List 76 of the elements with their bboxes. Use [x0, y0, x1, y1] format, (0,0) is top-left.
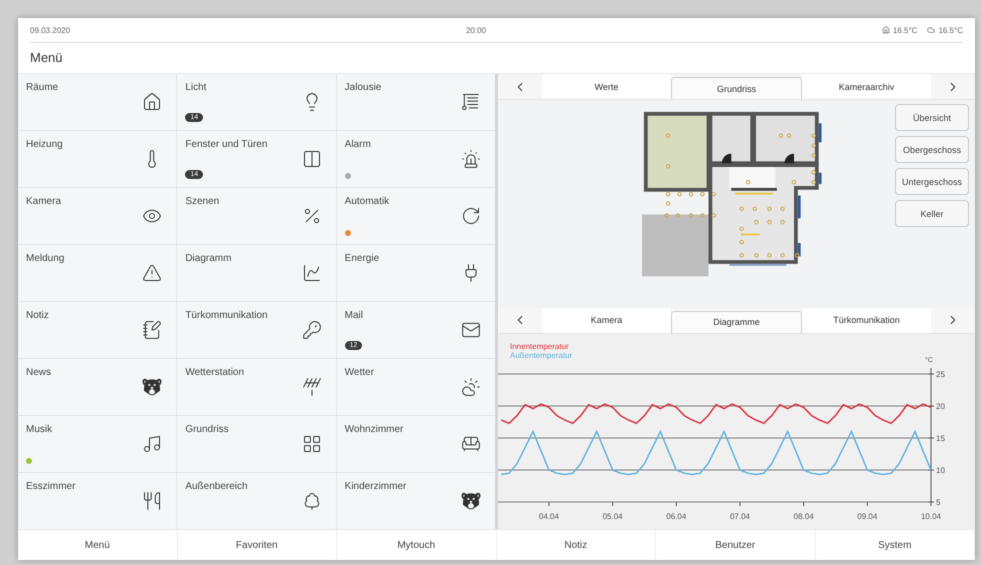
note-icon: [142, 320, 162, 340]
x-tick-label: 04.04: [538, 512, 559, 521]
x-tick-label: 10.04: [920, 512, 942, 521]
legend-label: Innentemperatur: [510, 342, 570, 351]
nav-button[interactable]: Notiz: [496, 530, 656, 560]
nav-button[interactable]: Mytouch: [337, 530, 496, 560]
menu-tile[interactable]: Alarm: [336, 131, 495, 187]
page-title: Menü: [29, 49, 64, 67]
temperature-text: 16.5°C: [892, 26, 918, 34]
menu-tile[interactable]: Energie: [336, 245, 495, 301]
menu-tile[interactable]: News: [18, 359, 176, 415]
time-text: 20:00: [466, 26, 486, 34]
menu-tile[interactable]: Automatik: [336, 188, 495, 244]
mail-icon: [460, 320, 481, 340]
cloud-sun-icon: [460, 377, 481, 397]
warning-icon: [142, 263, 162, 283]
menu-tile[interactable]: Grundriss: [177, 416, 336, 472]
legend-label: Außentemperatur: [510, 350, 572, 360]
y-tick-label: 5: [936, 498, 940, 507]
menu-tile[interactable]: Jalousie: [336, 74, 495, 130]
sofa-icon: [460, 434, 481, 454]
tab[interactable]: Türkomunikation: [802, 308, 931, 333]
antenna-icon: [302, 377, 322, 397]
menu-tile[interactable]: Kinderzimmer: [336, 473, 495, 529]
menu-tile[interactable]: Außenbereich: [177, 473, 336, 529]
nav-button[interactable]: Benutzer: [656, 530, 816, 560]
house-icon: [142, 92, 162, 112]
menu-tile[interactable]: Kamera: [18, 188, 176, 244]
utensils-icon: [142, 491, 162, 511]
bear-face-icon: [460, 491, 481, 511]
y-tick-label: 20: [936, 402, 945, 411]
menu-tile[interactable]: Räume: [18, 74, 176, 130]
tab[interactable]: Kamera: [542, 308, 671, 333]
x-tick-label: 09.04: [857, 512, 878, 521]
nav-button[interactable]: Favoriten: [178, 530, 337, 560]
menu-tile[interactable]: Meldung: [18, 245, 176, 301]
floor-button[interactable]: Untergeschoss: [895, 168, 969, 196]
menu-tile[interactable]: Türkommunikation: [177, 302, 336, 358]
temperature-text: 16.5°C: [938, 26, 963, 34]
menu-tile[interactable]: Musik: [18, 416, 176, 472]
y-tick-label: 10: [936, 466, 945, 475]
door-icon: [302, 149, 322, 169]
menu-tile[interactable]: Wetterstation: [177, 359, 336, 415]
key-icon: [302, 320, 322, 340]
tab[interactable]: Grundriss: [671, 77, 802, 100]
menu-tile[interactable]: Notiz: [18, 302, 176, 358]
date-text: 09.03.2020: [30, 26, 70, 34]
siren-icon: [460, 149, 481, 169]
tab[interactable]: Diagramme: [671, 310, 802, 333]
x-tick-label: 08.04: [794, 512, 814, 521]
menu-tile[interactable]: Wohnzimmer: [336, 416, 495, 472]
bear-face-icon: [142, 377, 162, 397]
menu-tile[interactable]: Szenen: [177, 188, 336, 244]
y-tick-label: 15: [936, 434, 945, 443]
x-tick-label: 06.04: [666, 512, 686, 521]
house-icon: [882, 26, 890, 34]
tab[interactable]: Kameraarchiv: [802, 74, 931, 100]
cloud-icon: [927, 26, 936, 34]
rotate-icon: [460, 206, 481, 226]
line-chart-icon: [302, 263, 322, 283]
music-note-icon: [142, 434, 162, 454]
y-tick-label: 25: [936, 370, 945, 379]
nav-button[interactable]: Menü: [18, 530, 178, 560]
menu-tile[interactable]: Wetter: [336, 359, 495, 415]
floor-button[interactable]: Übersicht: [895, 104, 969, 132]
tab[interactable]: Werte: [542, 74, 671, 100]
floor-button[interactable]: Obergeschoss: [895, 136, 969, 164]
x-tick-label: 05.04: [602, 512, 623, 521]
nav-button[interactable]: System: [816, 530, 975, 560]
menu-tile[interactable]: Esszimmer: [18, 473, 176, 529]
x-tick-label: 07.04: [730, 512, 750, 521]
menu-tile[interactable]: Heizung: [18, 131, 176, 187]
floor-button[interactable]: Keller: [895, 200, 969, 228]
blinds-icon: [460, 92, 481, 112]
grid-icon: [302, 434, 322, 454]
menu-tile[interactable]: Diagramm: [177, 245, 336, 301]
